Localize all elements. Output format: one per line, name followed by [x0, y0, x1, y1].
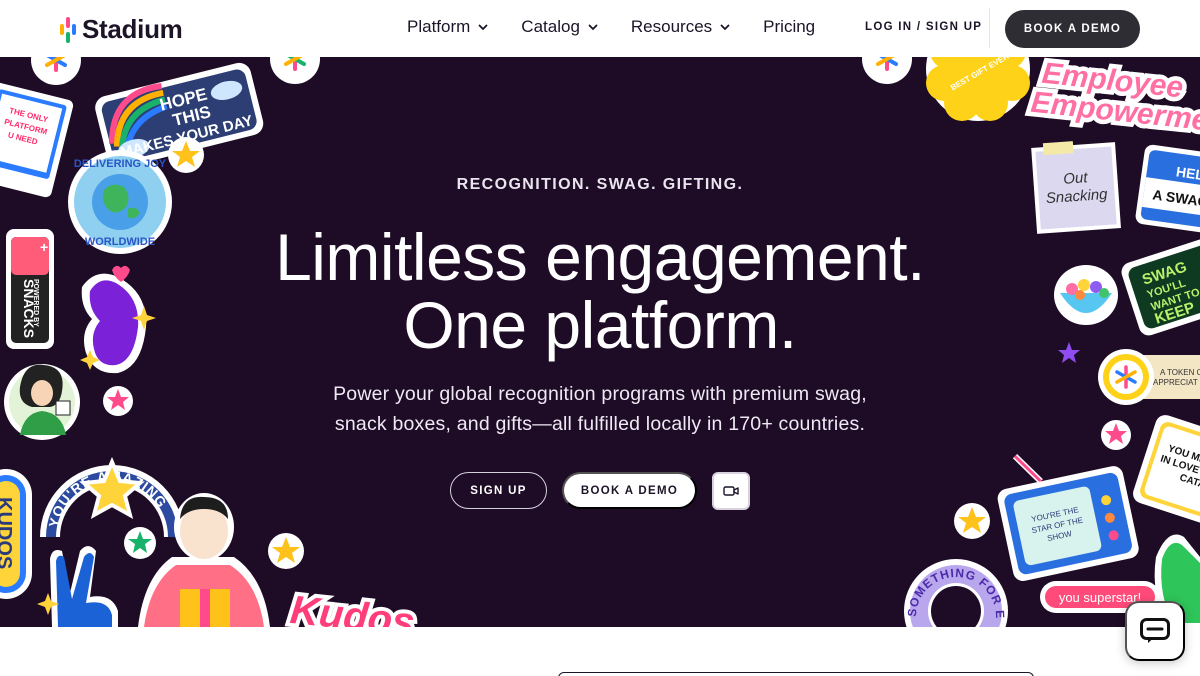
nav-pricing[interactable]: Pricing — [763, 17, 815, 37]
stadium-logo-mark-icon — [60, 16, 76, 43]
watch-video-button[interactable] — [712, 472, 750, 510]
chevron-down-icon — [478, 24, 488, 31]
pink-star-sticker — [103, 386, 133, 416]
nav-divider — [989, 8, 990, 48]
kudos-vertical-sticker: KUDOS — [0, 469, 32, 599]
peace-hand-sticker — [50, 546, 118, 627]
nav-platform-label: Platform — [407, 17, 471, 36]
kudos-vertical-text: KUDOS — [0, 497, 15, 569]
asterisk-badge-sticker — [862, 57, 912, 84]
green-star-sticker — [124, 527, 156, 559]
kudos-script-sticker: Kudos Kudos — [284, 584, 420, 627]
hero-subtext-line-2: snack boxes, and gifts—all fulfilled loc… — [334, 413, 866, 435]
login-signup-link[interactable]: LOG IN / SIGN UP — [865, 21, 982, 33]
man-with-gift-sticker — [138, 493, 270, 627]
nav-catalog-label: Catalog — [521, 17, 580, 36]
nav-book-demo-button[interactable]: BOOK A DEMO — [1005, 10, 1140, 48]
brand-name: Stadium — [82, 14, 183, 44]
kudos-script-text: Kudos — [288, 588, 416, 627]
pink-star-sticker — [1101, 420, 1131, 450]
hero-book-demo-button[interactable]: BOOK A DEMO — [562, 472, 697, 509]
video-camera-icon — [723, 486, 739, 496]
fall-in-love-catalog-sign-sticker: YOU MI IN LOVE W CATA — [1133, 415, 1200, 532]
you-superstar-text: you superstar! — [1059, 590, 1141, 605]
asterisk-badge-sticker — [270, 57, 320, 84]
nav-platform[interactable]: Platform — [407, 17, 488, 37]
top-navigation: Stadium Platform Catalog Resources Prici… — [0, 0, 1200, 57]
hero-subtext: Power your global recognition programs w… — [320, 379, 880, 439]
stadium-logo[interactable]: Stadium — [60, 14, 183, 45]
chat-widget-button[interactable] — [1125, 601, 1185, 661]
main-menu: Platform Catalog Resources Pricing — [407, 17, 848, 37]
hero-headline: Limitless engagement. One platform. — [0, 223, 1200, 359]
hero-headline-line-1: Limitless engagement. — [275, 220, 925, 294]
nav-resources-label: Resources — [630, 17, 713, 36]
nav-catalog[interactable]: Catalog — [521, 17, 598, 37]
next-section-card-edge — [558, 672, 1034, 676]
nav-pricing-label: Pricing — [763, 17, 816, 36]
asterisk-badge-sticker — [31, 57, 81, 85]
star-sticker — [954, 503, 990, 539]
nav-resources[interactable]: Resources — [631, 17, 730, 37]
hero-headline-line-2: One platform. — [403, 288, 797, 362]
best-gift-ever-flower-sticker: BEST GIFT EVER — [926, 57, 1030, 121]
chevron-down-icon — [720, 24, 730, 31]
star-sticker — [168, 137, 204, 173]
chevron-down-icon — [588, 24, 598, 31]
youre-amazing-sticker: YOU'RE AMAZING — [40, 456, 184, 537]
hero-sign-up-button[interactable]: SIGN UP — [450, 472, 547, 509]
tv-star-of-the-show-sticker: YOU'RE THE STAR OF THE SHOW — [997, 453, 1139, 581]
woman-avatar-sticker — [4, 364, 80, 440]
delivering-joy-text: DELIVERING JOY — [74, 158, 167, 170]
token-text-1: A TOKEN O — [1160, 368, 1200, 377]
star-sticker — [268, 533, 304, 569]
hero-section: THE ONLY PLATFORM U NEED HOPE THIS MAKES… — [0, 57, 1200, 627]
employee-empowerment-sticker: Employee Employee Empowerment Empowermen… — [1025, 57, 1200, 145]
token-text-2: APPRECIAT — [1153, 378, 1198, 387]
hero-subtext-line-1: Power your global recognition programs w… — [333, 383, 867, 405]
chat-bubble-icon — [1140, 618, 1170, 643]
hero-eyebrow: RECOGNITION. SWAG. GIFTING. — [456, 176, 744, 193]
